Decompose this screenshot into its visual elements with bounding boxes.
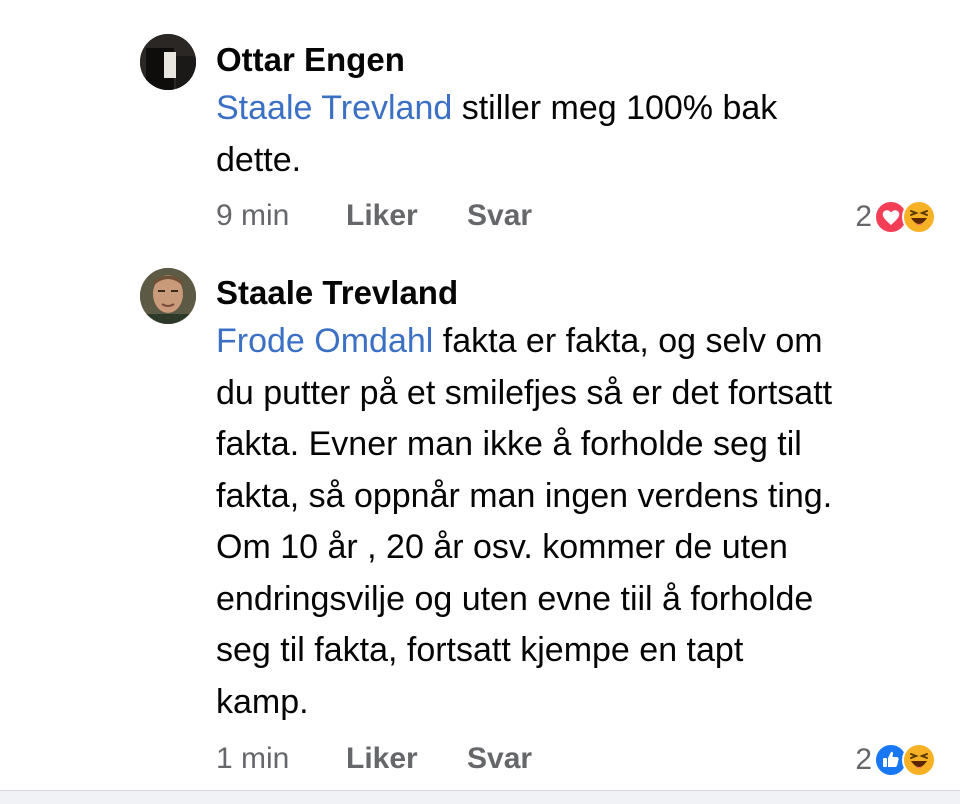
comment-meta: 1 min Liker Svar 2 <box>216 740 936 780</box>
comment-line: seg til fakta, fortsatt kjempe en tapt <box>216 631 744 669</box>
reaction-count: 2 <box>855 743 872 776</box>
like-button[interactable]: Liker <box>346 742 418 776</box>
comment-line: Om 10 år , 20 år osv. kommer de uten <box>216 528 788 566</box>
reply-button[interactable]: Svar <box>467 742 532 776</box>
comment-line: kamp. <box>216 682 309 721</box>
reply-button[interactable]: Svar <box>467 199 532 233</box>
comment-body: Staale Trevland stiller meg 100% bak det… <box>216 83 936 186</box>
comment-meta: 9 min Liker Svar 2 <box>216 197 936 237</box>
haha-icon <box>902 743 936 777</box>
comment-line: dette. <box>216 140 302 179</box>
reaction-summary[interactable]: 2 <box>855 740 936 780</box>
comment-line: du putter på et smilefjes så er det fort… <box>216 373 833 412</box>
comment-text: stiller meg 100% bak <box>452 89 778 127</box>
avatar[interactable] <box>140 34 196 90</box>
mention-link[interactable]: Frode Omdahl <box>216 322 433 360</box>
comment-line: fakta, så oppnår man ingen verdens ting. <box>216 476 833 515</box>
comment-line: endringsvilje og uten evne tiil å forhol… <box>216 579 814 618</box>
comment: Staale Trevland Frode Omdahl fakta er fa… <box>0 260 960 790</box>
comment-author[interactable]: Ottar Engen <box>216 41 405 79</box>
comment-line: Frode Omdahl fakta er fakta, og selv om <box>216 316 936 368</box>
reaction-count: 2 <box>855 200 872 233</box>
comment-thread: Ottar Engen Staale Trevland stiller meg … <box>0 0 960 804</box>
section-divider <box>0 790 960 804</box>
like-button[interactable]: Liker <box>346 199 418 233</box>
haha-icon <box>902 200 936 234</box>
comment: Ottar Engen Staale Trevland stiller meg … <box>0 0 960 260</box>
comment-author[interactable]: Staale Trevland <box>216 274 458 312</box>
mention-link[interactable]: Staale Trevland <box>216 89 452 127</box>
timestamp[interactable]: 9 min <box>216 199 289 233</box>
comment-line: fakta. Evner man ikke å forholde seg til <box>216 425 802 463</box>
comment-text: fakta er fakta, og selv om <box>433 322 823 360</box>
comment-body: Frode Omdahl fakta er fakta, og selv om … <box>216 316 936 728</box>
reaction-summary[interactable]: 2 <box>855 197 936 237</box>
comment-line: Staale Trevland stiller meg 100% bak <box>216 83 936 135</box>
avatar[interactable] <box>140 268 196 324</box>
timestamp[interactable]: 1 min <box>216 742 289 776</box>
